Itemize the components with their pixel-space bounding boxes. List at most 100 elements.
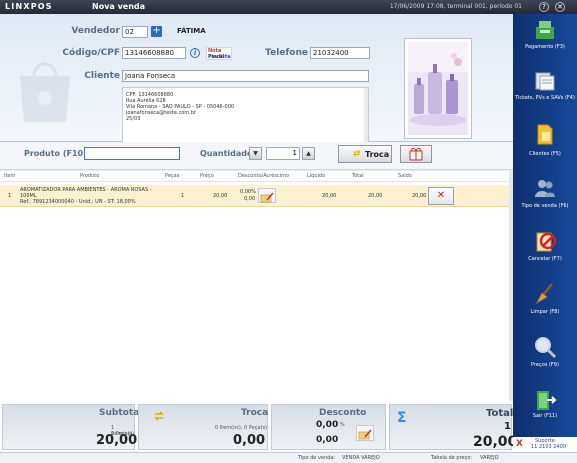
precos-button[interactable]: Preços (F9) [513,332,577,384]
tipo-venda-label: Tipo de venda: [298,455,336,461]
sigma-icon: Σ [397,410,407,426]
total-value: 20,00 [473,434,518,450]
tipo-venda-value: VENDA VAREJO [342,455,380,461]
row-desc-val: 0,00 [244,196,256,202]
nota-fiscal-paulista-logo: Nota Fiscal Paulista [206,47,232,60]
desconto-box: Desconto 0,00 % 0,00 [271,404,386,450]
gift-icon [409,147,423,161]
header-total: Total [352,173,364,179]
subtotal-value: 20,00 [96,433,138,448]
cliente-label: Cliente [84,71,120,81]
cancelar-label: Cancelar (F7) [528,256,562,262]
limpar-button[interactable]: Limpar (F8) [513,279,577,331]
pagamento-button[interactable]: Pagamento (F3) [513,15,577,67]
header-desconto: Desconto/Acréscimo [238,173,289,179]
quantity-decrement-button[interactable]: ▼ [249,147,262,160]
limpar-label: Limpar (F8) [530,309,560,315]
cpf-field[interactable]: 13146608880 [122,47,186,59]
window-title: Nova venda [92,2,146,11]
precos-label: Preços (F9) [531,362,559,368]
total-box: Σ Total 1 20,00 [389,404,517,450]
customer-details: CPF: 13146608880 Rua Aurélia 628 Vila Ro… [122,87,369,147]
row-desc-pct: 0,00% [240,189,256,195]
items-table: Item Produto Peças Preço Desconto/Acrésc… [0,171,513,401]
action-sidebar: Pagamento (F3) Tickets, PVs e SAVs (F4) … [513,14,577,452]
troca-items: 0 Item(ns), 0 Peça(s) [215,425,268,431]
telefone-label: Telefone [265,48,308,58]
gift-button[interactable] [400,145,432,163]
discount-edit-button[interactable] [356,425,374,441]
header-preco: Preço [200,173,214,179]
table-header: Item Produto Peças Preço Desconto/Acrésc… [0,171,513,182]
vendedor-label: Vendedor [71,26,120,36]
desconto-value: 0,00 [316,435,339,445]
table-row[interactable]: 1 AROMATIZADOR PARA AMBIENTES - AROMA RO… [0,185,513,207]
tipo-venda-sidebar-label: Tipo de venda (F6) [521,203,569,209]
troca-button[interactable]: ⇄ Troca [338,145,392,163]
sair-button[interactable]: Sair (F11) [513,385,577,437]
telefone-field[interactable]: 21032400 [310,47,370,59]
row-item: 1 [8,193,12,199]
tabela-value: VAREJO [480,455,499,461]
row-liquido: 20,00 [322,193,337,199]
clientes-label: Clientes (F5) [529,151,561,157]
tabela-label: Tabela de preço: [431,455,473,461]
header-item: Item [4,173,16,179]
product-input[interactable] [84,147,180,160]
tickets-icon [535,72,555,91]
pencil-icon [260,192,274,203]
subtotal-box: Subtotal 1 Item(ns) 1 Peça(s) 20,00 [2,404,142,450]
vendedor-name: FÁTIMA [177,27,206,35]
exchange-icon [154,411,164,421]
tickets-button[interactable]: Tickets, PVs e SAVs (F4) [513,66,577,118]
quantity-input[interactable]: 1 [266,147,300,160]
quantity-label: Quantidade [200,149,253,158]
clientes-button[interactable]: Clientes (F5) [513,119,577,171]
shopping-bag-icon [20,62,70,122]
total-label: Total [486,408,514,419]
nota-logo-bottom: Paulista [208,54,231,60]
people-icon [535,180,555,197]
troca-button-label: Troca [365,150,390,159]
support-phone: 11 2103 2400 [531,444,566,450]
header-pecas: Peças [165,173,180,179]
row-preco: 20,00 [213,193,228,199]
row-pecas: 1 [181,193,185,199]
troca-value: 0,00 [233,433,266,448]
details-scrollbar[interactable] [364,88,368,146]
row-desc-line: Ref.: 7891234000040 - Unid.: UN - ST: 18… [20,199,136,205]
close-button[interactable]: ✕ [555,2,565,12]
add-vendedor-button[interactable]: + [151,26,162,37]
discount-edit-button[interactable] [258,188,276,203]
customer-panel: Vendedor 02 + FÁTIMA Código/CPF 13146608… [0,14,513,147]
subtotal-label: Subtotal [99,408,143,418]
desconto-pct-sign: % [340,422,345,428]
row-saldo: 20,00 [412,193,427,199]
tipo-venda-button[interactable]: Tipo de venda (F6) [513,173,577,225]
session-status: 17/06/2009 17:08, terminal 001, período … [389,3,522,10]
tickets-label: Tickets, PVs e SAVs (F4) [515,95,575,101]
cancelar-button[interactable]: Cancelar (F7) [513,226,577,278]
product-label: Produto (F10) [24,149,87,158]
vendedor-code-field[interactable]: 02 [122,26,148,38]
row-total: 20,00 [368,193,383,199]
delete-row-button[interactable]: ✕ [428,187,454,205]
cliente-field[interactable]: Joana Fonseca [122,70,369,82]
quantity-increment-button[interactable]: ▲ [302,147,315,160]
pagamento-label: Pagamento (F3) [525,44,565,50]
info-icon[interactable]: i [190,48,200,58]
total-items: 1 [504,421,511,432]
cpf-label: Código/CPF [62,48,120,58]
support-contact[interactable]: X Suporte 11 2103 2400 [513,437,577,452]
magnifier-icon [535,337,557,359]
header-produto: Produto [80,173,100,179]
title-bar: LINXPOS Nova venda 17/06/2009 17:08, ter… [0,0,577,14]
cancel-icon [536,232,557,252]
product-entry-bar: Produto (F10) Quantidade ▼ 1 ▲ ⇄ Troca [0,142,513,170]
totals-bar: Subtotal 1 Item(ns) 1 Peça(s) 20,00 Troc… [0,401,517,452]
detail-line: 25/03 [126,116,141,122]
app-window: LINXPOS Nova venda 17/06/2009 17:08, ter… [0,0,577,463]
pencil-icon [358,429,372,440]
exchange-icon: ⇄ [353,149,361,159]
help-button[interactable]: ? [539,2,549,12]
